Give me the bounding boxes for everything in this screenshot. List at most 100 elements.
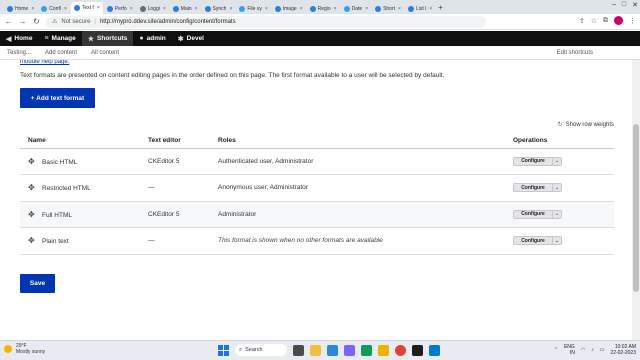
- browser-tab[interactable]: Home ×: [4, 3, 37, 14]
- browser-tab[interactable]: Perfo ×: [104, 3, 136, 14]
- menu-icon[interactable]: ⋮: [629, 17, 636, 25]
- edit-shortcuts-link[interactable]: Edit shortcuts: [550, 50, 600, 56]
- tab-close-icon[interactable]: ×: [163, 6, 166, 12]
- format-name: Full HTML: [42, 211, 72, 219]
- tab-favicon-icon: [73, 5, 80, 11]
- volume-icon[interactable]: ♪: [591, 347, 594, 353]
- drag-handle-icon[interactable]: ✥: [28, 210, 38, 219]
- system-tray: ⌃ ENG IN ◠ ♪ ▭ 10:02 AM 22-02-2023: [554, 344, 636, 356]
- battery-icon[interactable]: ▭: [600, 347, 605, 353]
- share-icon[interactable]: ⇪: [579, 17, 585, 25]
- tab-close-icon[interactable]: ×: [365, 6, 368, 12]
- tab-label: Regio: [317, 5, 331, 12]
- os-taskbar: 29°F Mostly sunny ⌕ Search ⌃ ENG IN ◠ ♪ …: [0, 340, 640, 360]
- row-roles-cell: Administrator: [218, 201, 513, 228]
- back-icon[interactable]: ←: [4, 17, 13, 26]
- tab-close-icon[interactable]: ×: [229, 6, 232, 12]
- tab-label: List l: [415, 5, 427, 12]
- tab-close-icon[interactable]: ×: [195, 6, 198, 12]
- tab-close-icon[interactable]: ×: [265, 6, 268, 12]
- minimize-icon[interactable]: –: [612, 1, 616, 9]
- tab-close-icon[interactable]: ×: [31, 6, 34, 12]
- operations-dropdown-icon[interactable]: ⌄: [553, 183, 562, 193]
- new-tab-button[interactable]: +: [438, 3, 443, 12]
- browser-tab[interactable]: Confi ×: [38, 3, 70, 14]
- weather-widget[interactable]: 29°F Mostly sunny: [4, 343, 45, 355]
- tab-close-icon[interactable]: ×: [64, 6, 67, 12]
- edge-icon[interactable]: [327, 344, 338, 356]
- reload-icon[interactable]: ↻: [32, 17, 41, 26]
- vscode-icon[interactable]: [429, 344, 440, 356]
- save-button[interactable]: Save: [20, 274, 55, 293]
- drag-handle-icon[interactable]: ✥: [28, 236, 38, 245]
- show-row-weights-label: Show row weights: [565, 121, 614, 128]
- toolbar-shortcuts[interactable]: ★ Shortcuts: [81, 31, 134, 46]
- tab-close-icon[interactable]: ×: [334, 6, 337, 12]
- toolbar-user[interactable]: ● admin: [133, 31, 171, 46]
- extensions-icon[interactable]: ⧉: [603, 17, 608, 25]
- toolbar-devel[interactable]: ✱ Devel: [172, 31, 210, 46]
- row-name-cell: ✥ Full HTML: [20, 201, 148, 228]
- taskbar-search[interactable]: ⌕ Search: [235, 344, 287, 356]
- maximize-icon[interactable]: □: [622, 1, 626, 9]
- bookmark-star-icon[interactable]: ☆: [591, 17, 597, 25]
- task-view-icon[interactable]: [293, 344, 304, 356]
- browser-tab[interactable]: Loggi ×: [137, 3, 169, 14]
- teams-icon[interactable]: [344, 344, 355, 356]
- tab-close-icon[interactable]: ×: [130, 6, 133, 12]
- browser-tab[interactable]: Synch ×: [202, 3, 236, 14]
- tab-favicon-icon: [239, 5, 246, 12]
- row-name-cell: ✥ Plain text: [20, 227, 148, 255]
- tab-close-icon[interactable]: ×: [97, 5, 100, 11]
- format-name: Basic HTML: [42, 158, 78, 166]
- tab-close-icon[interactable]: ×: [398, 6, 401, 12]
- browser-tab[interactable]: Regio ×: [307, 3, 340, 14]
- tab-favicon-icon: [7, 5, 13, 12]
- drag-handle-icon[interactable]: ✥: [28, 183, 38, 192]
- browser-tab[interactable]: Image ×: [272, 3, 306, 14]
- browser-tab[interactable]: Text f ×: [70, 2, 103, 14]
- weather-condition: Mostly sunny: [16, 349, 46, 355]
- browser-tab[interactable]: List l ×: [405, 3, 435, 14]
- clock[interactable]: 10:02 AM 22-02-2023: [610, 344, 636, 356]
- scrollbar-thumb[interactable]: [633, 124, 639, 292]
- wifi-icon[interactable]: ◠: [581, 347, 585, 353]
- chrome-icon[interactable]: [395, 344, 406, 356]
- taskbar-apps: ⌕ Search: [218, 344, 440, 356]
- shortcut-all-content[interactable]: All content: [84, 50, 126, 56]
- browser-tab[interactable]: Main ×: [170, 3, 201, 14]
- configure-button[interactable]: Configure: [513, 156, 553, 166]
- language-indicator[interactable]: ENG IN: [564, 344, 575, 356]
- operations-dropdown-icon[interactable]: ⌄: [553, 209, 562, 219]
- store-icon[interactable]: [361, 344, 372, 356]
- tab-close-icon[interactable]: ×: [429, 6, 432, 12]
- tray-chevron-icon[interactable]: ⌃: [554, 347, 558, 353]
- configure-button[interactable]: Configure: [513, 209, 553, 219]
- page-scrollbar[interactable]: [632, 60, 640, 340]
- url-field[interactable]: ⚠ Not secure | http://mypro.ddev.site/ad…: [46, 15, 486, 28]
- show-row-weights-button[interactable]: ↻ Show row weights: [558, 121, 614, 129]
- profile-avatar[interactable]: [614, 16, 623, 25]
- folder-icon[interactable]: [378, 344, 389, 356]
- module-help-link[interactable]: module help page.: [20, 60, 614, 66]
- configure-button[interactable]: Configure: [513, 236, 553, 246]
- forward-icon[interactable]: →: [18, 17, 27, 26]
- browser-tab[interactable]: Date ×: [341, 3, 371, 14]
- browser-tab[interactable]: Short ×: [372, 3, 404, 14]
- terminal-icon[interactable]: [412, 344, 423, 356]
- row-operations-cell: Configure ⌄: [513, 227, 614, 255]
- toolbar-manage[interactable]: ≡ Manage: [38, 31, 81, 46]
- browser-tab[interactable]: File sy ×: [236, 3, 270, 14]
- close-window-icon[interactable]: ✕: [632, 1, 638, 9]
- operations-dropdown-icon[interactable]: ⌄: [553, 236, 562, 246]
- shortcut-add-content[interactable]: Add content: [38, 50, 84, 56]
- toolbar-home[interactable]: ◀ Home: [0, 31, 38, 46]
- file-explorer-icon[interactable]: [310, 344, 321, 356]
- shortcut-testing[interactable]: Testing...: [0, 50, 38, 56]
- operations-dropdown-icon[interactable]: ⌄: [553, 156, 562, 166]
- tab-close-icon[interactable]: ×: [300, 6, 303, 12]
- windows-start-icon[interactable]: [218, 344, 229, 356]
- add-text-format-button[interactable]: + Add text format: [20, 88, 95, 108]
- drag-handle-icon[interactable]: ✥: [28, 157, 38, 166]
- configure-button[interactable]: Configure: [513, 183, 553, 193]
